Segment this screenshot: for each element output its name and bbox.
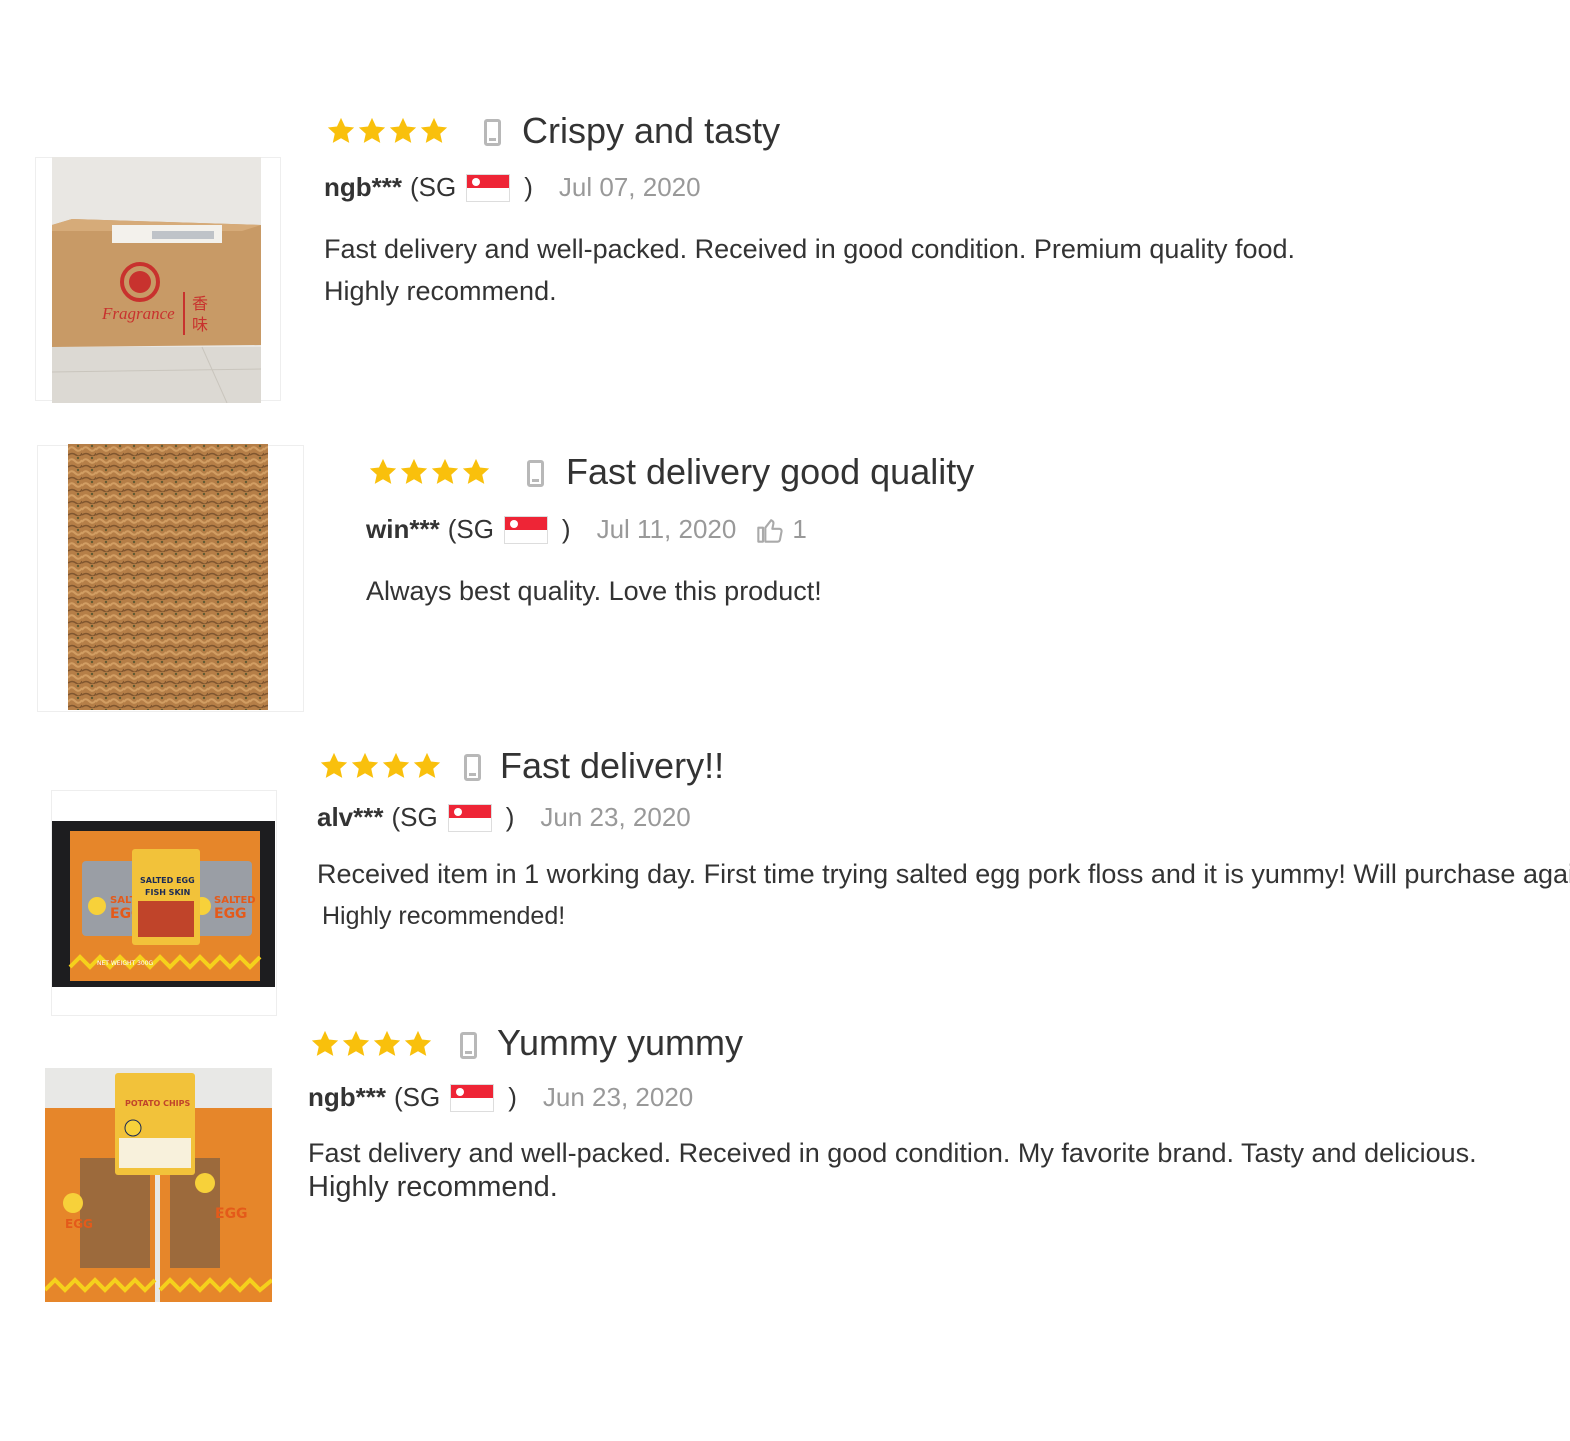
reviewer-name[interactable]: ngb*** (324, 172, 402, 203)
review-text-line: Fast delivery and well-packed. Received … (308, 1138, 1477, 1168)
reviewer-country-close: ) (508, 1082, 517, 1112)
rating-stars (319, 751, 442, 781)
star-icon (430, 457, 460, 487)
singapore-flag-icon (450, 1083, 495, 1112)
review-text: Fast delivery and well-packed. Received … (308, 1136, 1477, 1204)
review-meta: win*** (SG ) Jul 11, 2020 1 (366, 514, 807, 545)
star-icon (341, 1029, 371, 1059)
box-brand-text: Fragrance (101, 304, 175, 323)
review-date: Jun 23, 2020 (540, 802, 691, 832)
reviewer-country-close: ) (505, 802, 515, 832)
review-meta: ngb*** (SG ) Jun 23, 2020 (308, 1082, 693, 1113)
review-text-line: Always best quality. Love this product! (366, 576, 822, 606)
review-text-line: Highly recommend. (308, 1171, 558, 1203)
reviewer-country-close: ) (524, 172, 533, 202)
like-count: 1 (792, 514, 807, 544)
star-icon (357, 116, 387, 146)
pack-label-mid-1: SALTED EGG (140, 876, 195, 885)
thumbs-up-icon (756, 516, 784, 544)
star-icon (372, 1029, 402, 1059)
star-icon (388, 116, 418, 146)
review-date: Jul 07, 2020 (558, 172, 701, 202)
mobile-device-icon (460, 1032, 477, 1059)
star-icon (350, 751, 380, 781)
review-meta: ngb*** (SG ) Jul 07, 2020 (324, 172, 701, 203)
review-photo-floss[interactable] (68, 444, 268, 710)
star-icon (326, 116, 356, 146)
reviewer-name[interactable]: win*** (366, 514, 440, 545)
star-icon (412, 751, 442, 781)
mobile-device-icon (527, 460, 544, 487)
singapore-flag-icon (503, 515, 548, 544)
singapore-flag-icon (447, 803, 492, 832)
review-title: Yummy yummy (497, 1022, 744, 1063)
star-icon (461, 457, 491, 487)
svg-text:SALTED: SALTED (214, 895, 256, 906)
svg-text:香: 香 (192, 294, 208, 313)
pack-net-weight: NET WEIGHT 300G (97, 960, 154, 967)
review-text: Always best quality. Love this product! (366, 570, 822, 612)
star-icon (319, 751, 349, 781)
review-text-line: Fast delivery and well-packed. Received … (324, 234, 1296, 264)
reviewer-country: (SG (391, 802, 438, 832)
star-icon (419, 116, 449, 146)
review-title: Fast delivery good quality (566, 451, 975, 492)
pack-label-mid-2: FISH SKIN (145, 888, 190, 897)
svg-text:EGG: EGG (214, 906, 247, 922)
mobile-device-icon (484, 119, 501, 146)
review-title: Fast delivery!! (500, 745, 725, 786)
singapore-flag-icon (466, 173, 511, 202)
star-icon (368, 457, 398, 487)
review-text: Fast delivery and well-packed. Received … (324, 228, 1295, 312)
review-photo-box[interactable]: Fragrance 香 味 (52, 157, 261, 403)
review-title: Crispy and tasty (522, 110, 781, 151)
review-meta: alv*** (SG ) Jun 23, 2020 (317, 802, 691, 833)
reviewer-country-close: ) (561, 514, 571, 544)
svg-text:EGG: EGG (215, 1206, 248, 1222)
helpful-like-button[interactable]: 1 (756, 514, 807, 545)
reviewer-country: (SG (410, 172, 457, 202)
rating-stars (310, 1029, 433, 1059)
star-icon (310, 1029, 340, 1059)
svg-text:味: 味 (192, 315, 208, 334)
star-icon (399, 457, 429, 487)
reviewer-country: (SG (394, 1082, 441, 1112)
review-text: Received item in 1 working day. First ti… (317, 853, 1570, 937)
rating-stars (368, 457, 491, 487)
reviewer-name[interactable]: alv*** (317, 802, 384, 833)
review-text-line: Received item in 1 working day. First ti… (317, 859, 1570, 889)
rating-stars (326, 116, 449, 146)
review-photo-packs-chips[interactable]: EGG EGG POTATO CHIPS (45, 1068, 272, 1302)
chips-label: POTATO CHIPS (125, 1099, 191, 1108)
svg-text:EGG: EGG (65, 1217, 93, 1231)
review-date: Jun 23, 2020 (542, 1082, 694, 1112)
star-icon (403, 1029, 433, 1059)
mobile-device-icon (464, 754, 481, 781)
review-text-line: Highly recommend. (324, 276, 557, 306)
review-date: Jul 11, 2020 (596, 514, 737, 544)
review-text-line: Highly recommended! (322, 902, 566, 930)
reviewer-name[interactable]: ngb*** (308, 1082, 386, 1113)
star-icon (381, 751, 411, 781)
reviewer-country: (SG (447, 514, 494, 544)
review-photo-packs[interactable]: SALTED EGG SALTED EGG SALTED EGG FISH SK… (52, 821, 275, 987)
